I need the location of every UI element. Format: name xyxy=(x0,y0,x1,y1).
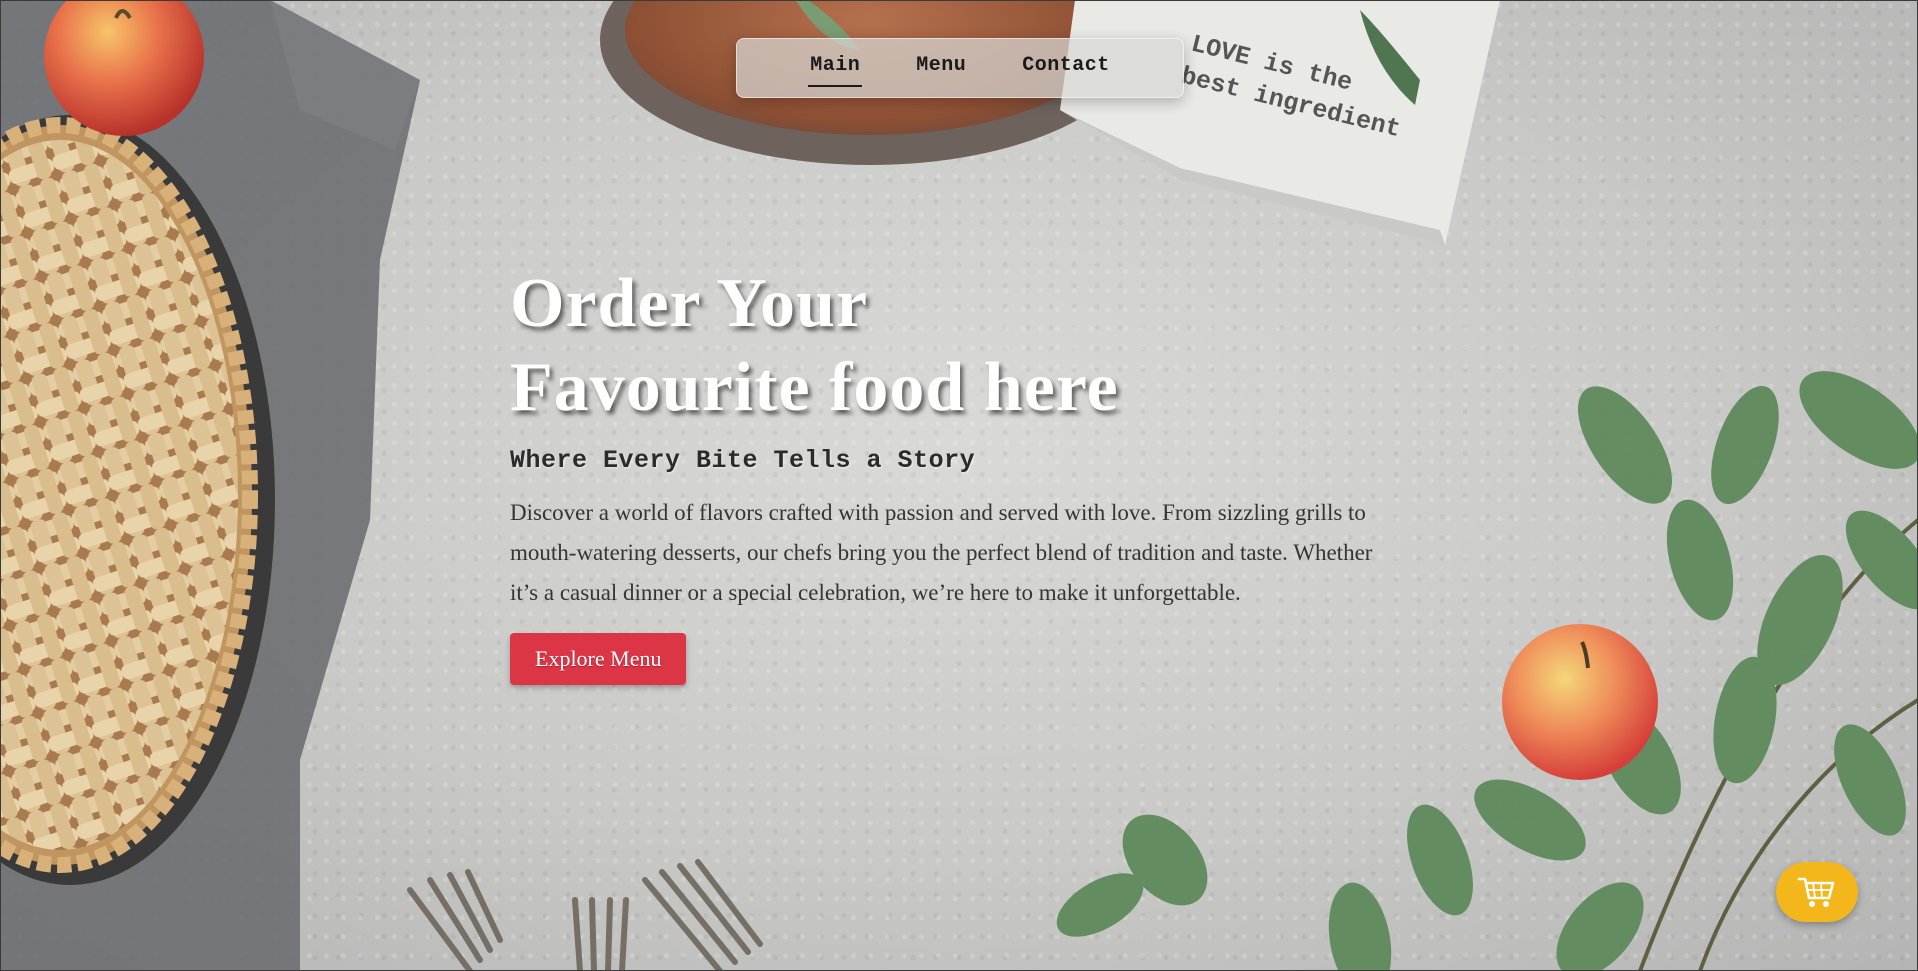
nav-item-main[interactable]: Main xyxy=(808,54,863,87)
nav-item-menu[interactable]: Menu xyxy=(916,54,966,83)
hero-description: Discover a world of flavors crafted with… xyxy=(510,500,1373,605)
hero-title: Order Your Favourite food here xyxy=(510,262,1390,430)
hero-subtitle: Where Every Bite Tells a Story xyxy=(510,446,976,475)
cart-button[interactable] xyxy=(1776,862,1858,922)
nav-item-contact[interactable]: Contact xyxy=(1022,54,1110,83)
top-navigation: Main Menu Contact xyxy=(736,38,1184,98)
hero-title-line-1: Order Your xyxy=(510,265,869,342)
cart-icon xyxy=(1797,877,1835,907)
hero-title-line-2: Favourite food here xyxy=(510,349,1119,426)
hero-section: Order Your Favourite food here Where Eve… xyxy=(510,262,1390,685)
explore-menu-button[interactable]: Explore Menu xyxy=(510,633,687,685)
